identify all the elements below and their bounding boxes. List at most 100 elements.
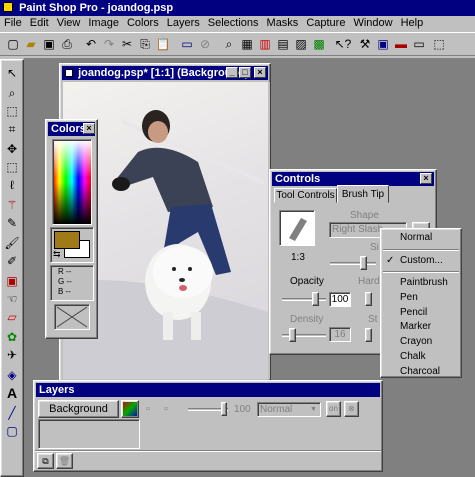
menu-item-crayon[interactable]: Crayon xyxy=(381,335,461,350)
opacity-slider[interactable] xyxy=(282,298,326,301)
zoom-tool-icon[interactable]: ⌕ xyxy=(3,84,21,102)
no-icon[interactable]: ⊘ xyxy=(196,35,214,53)
blend-mode-select[interactable]: Normal ▼ xyxy=(257,402,321,417)
dropper-tool-icon[interactable]: ✎ xyxy=(3,214,21,232)
tab-brush-tip[interactable]: Brush Tip xyxy=(337,185,389,203)
redo-icon[interactable]: ↷ xyxy=(100,35,118,53)
menu-item-marker[interactable]: Marker xyxy=(381,320,461,335)
tab-tool-controls[interactable]: Tool Controls xyxy=(274,188,337,203)
paste-icon[interactable]: 📋 xyxy=(154,35,172,53)
layer-on-toggle[interactable]: on xyxy=(326,401,341,417)
menu-colors[interactable]: Colors xyxy=(123,16,163,31)
foreground-color-swatch[interactable] xyxy=(54,231,80,249)
menu-image[interactable]: Image xyxy=(84,16,123,31)
freehand-tool-icon[interactable]: ℓ xyxy=(3,176,21,194)
print-icon[interactable]: ⎙ xyxy=(58,35,76,53)
menu-item-custom[interactable]: ✓ Custom... xyxy=(381,254,461,269)
shape-tool-icon[interactable]: ▢ xyxy=(3,422,21,440)
crop-tool-icon[interactable]: ⌗ xyxy=(3,120,21,138)
menu-item-pencil[interactable]: Pencil xyxy=(381,306,461,321)
picture-tube-tool-icon[interactable]: ✿ xyxy=(3,328,21,346)
magic-wand-tool-icon[interactable]: ⚚ xyxy=(3,196,21,214)
zoom-icon[interactable]: ⌕ xyxy=(220,35,238,53)
flood-fill-tool-icon[interactable]: ◈ xyxy=(3,366,21,384)
histogram-icon[interactable]: ▤ xyxy=(274,35,292,53)
layer-lock-icon[interactable]: ▫ xyxy=(146,403,150,415)
save-icon[interactable]: ▣ xyxy=(40,35,58,53)
pattern-swatch[interactable] xyxy=(54,304,90,330)
line-tool-icon[interactable]: ╱ xyxy=(3,404,21,422)
monitor-icon[interactable]: ▭ xyxy=(178,35,196,53)
menu-masks[interactable]: Masks xyxy=(263,16,303,31)
colors-close-button[interactable]: × xyxy=(83,123,95,134)
menu-capture[interactable]: Capture xyxy=(302,16,349,31)
size-slider-thumb[interactable] xyxy=(360,256,367,270)
open-folder-icon[interactable]: ▰ xyxy=(22,35,40,53)
menu-view[interactable]: View xyxy=(53,16,85,31)
menu-item-chalk[interactable]: Chalk xyxy=(381,350,461,365)
layer-mask-toggle[interactable]: ⊗ xyxy=(344,401,359,417)
color-spectrum[interactable] xyxy=(52,139,92,225)
undo-icon[interactable]: ↶ xyxy=(82,35,100,53)
density-input[interactable]: 16 xyxy=(329,327,351,342)
layers-toggle-icon[interactable]: ▨ xyxy=(292,35,310,53)
menu-help[interactable]: Help xyxy=(397,16,428,31)
image-icon[interactable]: ▬ xyxy=(392,35,410,53)
swap-colors-icon[interactable]: ⇆ xyxy=(53,249,61,260)
density-slider-thumb[interactable] xyxy=(289,328,296,342)
menu-item-normal[interactable]: Normal xyxy=(381,231,461,246)
paintbrush-tool-icon[interactable]: 🖌 xyxy=(3,234,21,252)
controls-title: Controls xyxy=(275,173,321,185)
selection-tool-icon[interactable]: ⬚ xyxy=(3,158,21,176)
cut-icon[interactable]: ✂ xyxy=(118,35,136,53)
text-tool-icon[interactable]: A xyxy=(3,384,21,402)
color-replacer-tool-icon[interactable]: ▣ xyxy=(3,272,21,290)
menu-file[interactable]: File xyxy=(0,16,26,31)
eraser-tool-icon[interactable]: ▱ xyxy=(3,308,21,326)
toolbar-tools-icon[interactable]: ⚒ xyxy=(356,35,374,53)
menu-item-charcoal[interactable]: Charcoal xyxy=(381,365,461,380)
controls-title-bar[interactable]: Controls xyxy=(272,172,434,186)
retouch-tool-icon[interactable]: ☜ xyxy=(3,290,21,308)
menu-window[interactable]: Window xyxy=(349,16,396,31)
dog-tongue xyxy=(179,285,187,291)
menu-layers[interactable]: Layers xyxy=(163,16,204,31)
layer-row-background[interactable]: Background xyxy=(38,400,119,418)
size-slider[interactable] xyxy=(330,262,376,265)
opacity-input[interactable]: 100 xyxy=(329,292,351,307)
opacity-slider-thumb[interactable] xyxy=(312,292,319,306)
blend-mode-value: Normal xyxy=(260,404,293,415)
copy-icon[interactable]: ⎘ xyxy=(136,35,154,53)
layer-visibility-button[interactable] xyxy=(121,400,139,418)
toolbar-grid-icon[interactable]: ▦ xyxy=(238,35,256,53)
maximize-button[interactable]: □ xyxy=(239,67,251,78)
full-screen-icon[interactable]: ▭ xyxy=(410,35,428,53)
selection-icon[interactable]: ⬚ xyxy=(430,35,448,53)
controls-toggle-icon[interactable]: ▩ xyxy=(310,35,328,53)
new-layer-button[interactable]: ⧉ xyxy=(37,453,54,469)
controls-close-button[interactable]: × xyxy=(420,173,432,184)
move-tool-icon[interactable]: ✥ xyxy=(3,140,21,158)
menu-item-paintbrush[interactable]: Paintbrush xyxy=(381,276,461,291)
close-button[interactable]: × xyxy=(254,67,266,78)
step-slider-thumb[interactable] xyxy=(365,328,372,342)
menu-edit[interactable]: Edit xyxy=(26,16,53,31)
menu-selections[interactable]: Selections xyxy=(204,16,263,31)
deform-tool-icon[interactable]: ⬚ xyxy=(3,102,21,120)
new-file-icon[interactable]: ▢ xyxy=(4,35,22,53)
context-help-icon[interactable]: ↖? xyxy=(334,35,352,53)
arrow-tool-icon[interactable]: ↖ xyxy=(3,64,21,82)
layer-opacity-thumb[interactable] xyxy=(221,402,227,416)
overview-icon[interactable]: ▣ xyxy=(374,35,392,53)
color-palette-toggle-icon[interactable]: ▥ xyxy=(256,35,274,53)
menu-item-pen[interactable]: Pen xyxy=(381,291,461,306)
hardness-slider-thumb[interactable] xyxy=(365,292,372,306)
layers-title-bar[interactable]: Layers xyxy=(36,383,380,397)
airbrush-tool-icon[interactable]: ✈ xyxy=(3,346,21,364)
clone-brush-tool-icon[interactable]: ✐ xyxy=(3,252,21,270)
brush-ratio: 1:3 xyxy=(291,252,305,263)
minimize-button[interactable]: _ xyxy=(226,67,238,78)
app-title: Paint Shop Pro - joandog.psp xyxy=(19,2,174,14)
delete-layer-button[interactable]: 🗑 xyxy=(56,453,73,469)
layer-link-icon[interactable]: ▫ xyxy=(164,403,168,415)
